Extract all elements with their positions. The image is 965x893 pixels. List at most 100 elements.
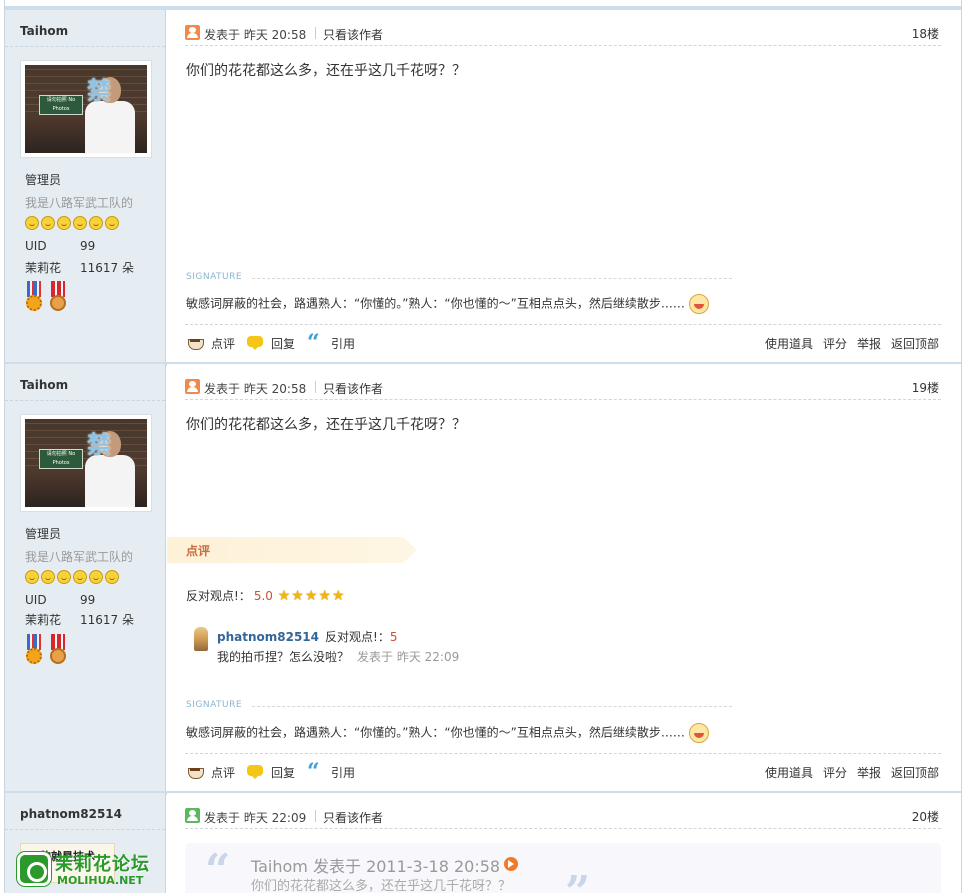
post-body: 发表于 昨天 20:58 只看该作者 18楼 你们的花花都这么多，还在乎这几千花…: [167, 10, 961, 362]
signature-text: 敏感词屏蔽的社会，路遇熟人：“你懂的。”熟人：“你也懂的～”互相点点头，然后继续…: [186, 725, 685, 740]
post-meta: 发表于 昨天 20:58 只看该作者 19楼: [185, 378, 941, 400]
medals: [25, 281, 85, 315]
no-photos-sign: 请勿拍照 No Photos: [39, 449, 83, 469]
smiley-rank-icon: [105, 215, 119, 230]
comment-text: 我的拍币捏？怎么没啦？: [217, 650, 350, 664]
smiley-rank-icon: [57, 215, 71, 230]
star-icon: ★: [318, 588, 331, 604]
post-time: 发表于 昨天 22:09: [204, 811, 307, 825]
speech-bubble-icon: [247, 765, 265, 779]
rate-link[interactable]: 评分: [823, 337, 847, 351]
comment-opinion: 反对观点!：5: [325, 630, 398, 644]
uid-label: UID: [25, 239, 47, 253]
back-to-top-link[interactable]: 返回顶部: [891, 766, 939, 780]
open-quote-icon: “: [205, 845, 231, 893]
grin-emoticon-icon: [688, 723, 709, 743]
post-tools: 使用道具 评分 举报 返回顶部: [755, 335, 939, 352]
user-icon: [185, 25, 200, 40]
smiley-rank-icon: [89, 215, 103, 230]
signature: 敏感词屏蔽的社会，路遇熟人：“你懂的。”熟人：“你也懂的～”互相点点头，然后继续…: [186, 294, 709, 314]
uid-value[interactable]: 99: [80, 239, 95, 253]
floor-number[interactable]: 20楼: [912, 808, 939, 825]
red-medal-icon[interactable]: [49, 281, 67, 315]
signature-text: 敏感词屏蔽的社会，路遇熟人：“你懂的。”熟人：“你也懂的～”互相点点头，然后继续…: [186, 296, 685, 311]
rating-label: 反对观点!：: [186, 589, 251, 603]
author-sidebar: Taihom 请勿拍照 No Photos 禁 管理员 我是八路军武工队的 UI…: [5, 10, 166, 362]
back-to-top-link[interactable]: 返回顶部: [891, 337, 939, 351]
smiley-rank-icon: [73, 569, 87, 584]
uid-value[interactable]: 99: [80, 593, 95, 607]
star-icon: ★: [291, 588, 304, 604]
post-meta: 发表于 昨天 20:58 只看该作者 18楼: [185, 24, 941, 46]
sidebar-divider: [5, 46, 165, 47]
speech-bubble-icon: [247, 336, 265, 350]
use-item-link[interactable]: 使用道具: [765, 337, 813, 351]
commenter-name[interactable]: phatnom82514: [217, 630, 319, 644]
only-author-link[interactable]: 只看该作者: [323, 380, 383, 397]
reply-button[interactable]: 回复: [247, 335, 295, 352]
quote-icon: “: [307, 330, 320, 356]
comment-time: 发表于 昨天 22:09: [357, 650, 460, 664]
post-18: Taihom 请勿拍照 No Photos 禁 管理员 我是八路军武工队的 UI…: [5, 10, 961, 366]
smiley-rank-icon: [41, 215, 55, 230]
smiley-rank-icon: [57, 569, 71, 584]
author-username[interactable]: Taihom: [20, 378, 68, 392]
floor-number[interactable]: 19楼: [912, 379, 939, 396]
ban-character: 禁: [87, 77, 111, 105]
avatar[interactable]: 请勿拍照 No Photos 禁: [20, 60, 152, 158]
smiley-rank-icon: [89, 569, 103, 584]
avatar-image: 请勿拍照 No Photos 禁: [25, 419, 147, 507]
blue-medal-icon[interactable]: [25, 634, 43, 668]
post-time: 发表于 昨天 20:58: [204, 382, 307, 396]
author-username[interactable]: Taihom: [20, 24, 68, 38]
comment-button[interactable]: 点评: [187, 335, 235, 352]
signature: 敏感词屏蔽的社会，路遇熟人：“你懂的。”熟人：“你也懂的～”互相点点头，然后继续…: [186, 723, 709, 743]
sidebar-divider: [5, 829, 165, 830]
post-body: 发表于 昨天 20:58 只看该作者 19楼 你们的花花都这么多，还在乎这几千花…: [167, 364, 961, 791]
rate-link[interactable]: 评分: [823, 766, 847, 780]
post-19: Taihom 请勿拍照 No Photos 禁 管理员 我是八路军武工队的 UI…: [5, 364, 961, 795]
comment-header: phatnom82514 反对观点!：5: [217, 628, 397, 645]
site-logo-icon: [17, 852, 51, 886]
quote-header: Taihom 发表于 2011-3-18 20:58: [251, 853, 519, 877]
post-meta: 发表于 昨天 22:09 只看该作者 20楼: [185, 807, 941, 829]
author-username[interactable]: phatnom82514: [20, 807, 122, 821]
rank-icons: [25, 569, 121, 585]
report-link[interactable]: 举报: [857, 766, 881, 780]
site-watermark: 茉莉花论坛 MOLIHUA.NET: [17, 850, 165, 890]
site-url: MOLIHUA.NET: [57, 874, 144, 887]
reply-button[interactable]: 回复: [247, 764, 295, 781]
comment-button[interactable]: 点评: [187, 764, 235, 781]
avatar[interactable]: 请勿拍照 No Photos 禁: [20, 414, 152, 512]
signature-label: SIGNATURE: [186, 700, 243, 710]
quote-button[interactable]: “引用: [307, 330, 355, 356]
flowers-label: 茉莉花: [25, 261, 62, 275]
star-icon: ★: [277, 588, 291, 604]
go-to-post-icon[interactable]: [504, 857, 519, 871]
report-link[interactable]: 举报: [857, 337, 881, 351]
post-content: 你们的花花都这么多，还在乎这几千花呀？？: [186, 63, 466, 79]
forum-thread: Taihom 请勿拍照 No Photos 禁 管理员 我是八路军武工队的 UI…: [4, 0, 962, 893]
avatar-image: 请勿拍照 No Photos 禁: [25, 65, 147, 153]
comment-banner-label: 点评: [186, 544, 211, 558]
blue-medal-icon[interactable]: [25, 281, 43, 315]
floor-number[interactable]: 18楼: [912, 25, 939, 42]
quote-button[interactable]: “引用: [307, 759, 355, 785]
use-item-link[interactable]: 使用道具: [765, 766, 813, 780]
user-icon: [185, 808, 200, 823]
quote-icon: “: [307, 759, 320, 785]
smiley-rank-icon: [25, 215, 39, 230]
uid-row: UID 99: [25, 593, 95, 607]
quote-text: 你们的花花都这么多，还在乎这几千花呀？？: [251, 879, 512, 893]
author-title: 我是八路军武工队的: [25, 550, 134, 564]
comment-banner: 点评: [167, 537, 417, 563]
quote-source: Taihom 发表于 2011-3-18 20:58: [251, 857, 501, 876]
flowers-row: 茉莉花 11617 朵: [25, 259, 134, 276]
star-icon: ★: [331, 588, 345, 604]
author-role[interactable]: 管理员: [25, 171, 61, 188]
only-author-link[interactable]: 只看该作者: [323, 26, 383, 43]
only-author-link[interactable]: 只看该作者: [323, 809, 383, 826]
red-medal-icon[interactable]: [49, 634, 67, 668]
commenter-avatar[interactable]: [194, 627, 208, 651]
author-role[interactable]: 管理员: [25, 525, 61, 542]
